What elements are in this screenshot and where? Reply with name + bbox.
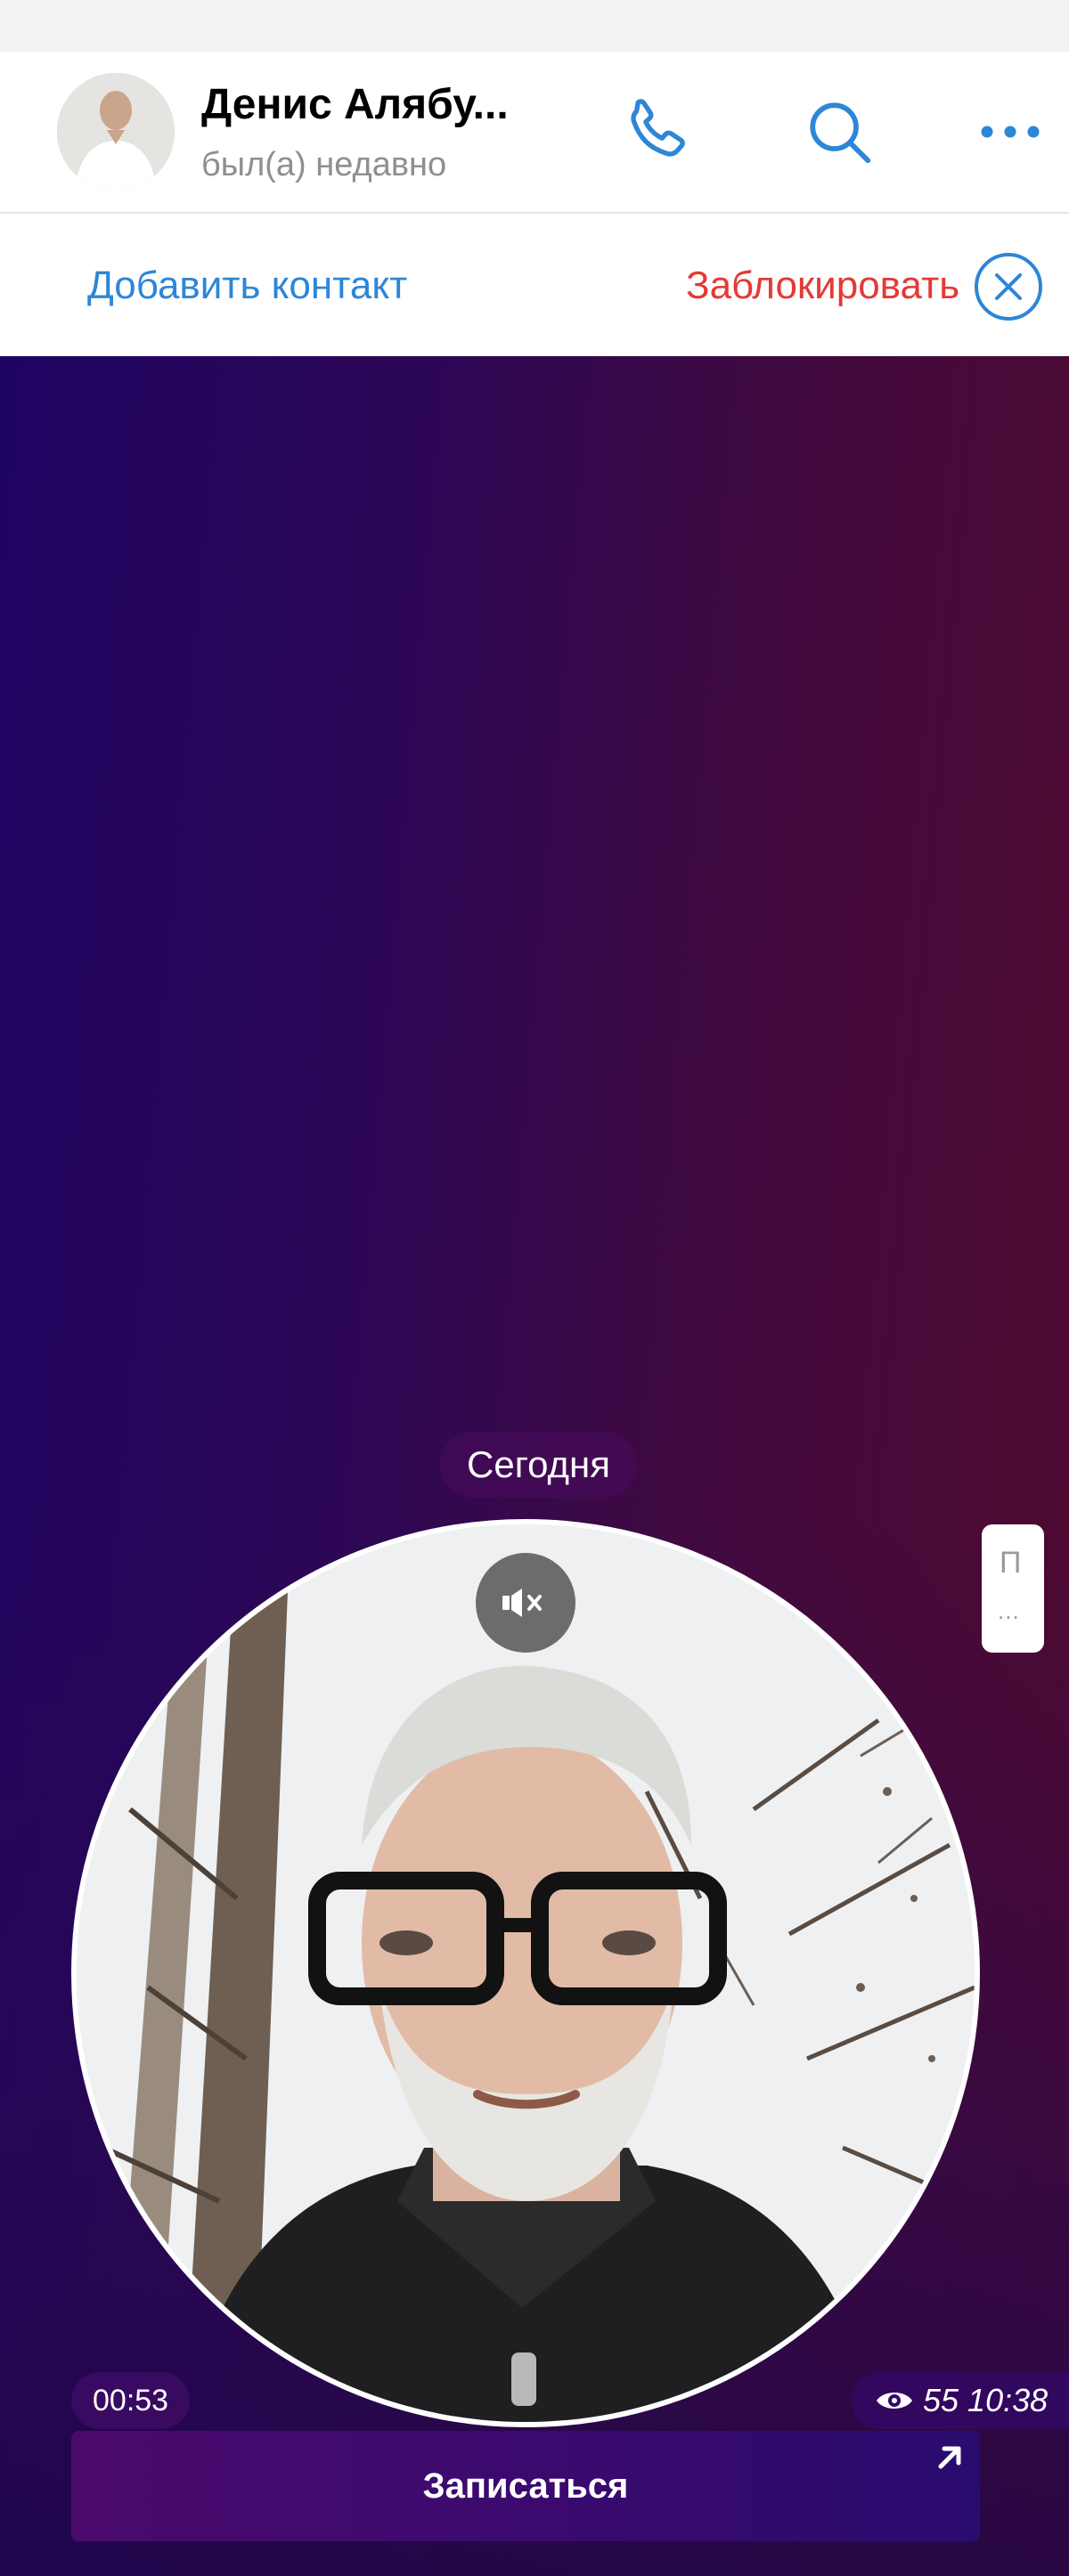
external-link-arrow-icon bbox=[938, 2446, 961, 2469]
side-preview-card[interactable]: П ... bbox=[982, 1524, 1044, 1653]
phone-icon bbox=[631, 99, 685, 157]
block-button[interactable]: Заблокировать bbox=[686, 264, 959, 308]
call-button[interactable] bbox=[611, 87, 700, 176]
eye-icon bbox=[877, 2393, 912, 2409]
chat-background[interactable]: Сегодня П ... 00:53 55 10:38 Записаться bbox=[0, 356, 1069, 2576]
avatar[interactable] bbox=[57, 73, 175, 191]
date-separator: Сегодня bbox=[440, 1432, 637, 1498]
signup-button-label: Записаться bbox=[422, 2466, 629, 2506]
signup-button[interactable]: Записаться bbox=[71, 2431, 980, 2541]
side-card-ellipsis: ... bbox=[998, 1597, 1020, 1624]
status-bar bbox=[0, 0, 1069, 52]
round-video-message[interactable] bbox=[71, 1519, 980, 2427]
chat-header: Денис Алябу... был(а) недавно bbox=[0, 52, 1069, 214]
search-button[interactable] bbox=[795, 87, 884, 176]
close-banner-button[interactable] bbox=[973, 251, 1044, 322]
message-meta: 55 10:38 bbox=[852, 2372, 1069, 2429]
video-duration: 00:53 bbox=[71, 2372, 191, 2429]
message-time: 10:38 bbox=[967, 2382, 1049, 2418]
peer-name[interactable]: Денис Алябу... bbox=[201, 80, 509, 129]
side-card-letter: П bbox=[1000, 1546, 1022, 1580]
more-button[interactable] bbox=[966, 87, 1055, 176]
close-circle-icon bbox=[975, 253, 1042, 321]
contact-action-bar: Добавить контакт Заблокировать bbox=[0, 214, 1069, 356]
unmute-button[interactable] bbox=[476, 1553, 575, 1653]
add-contact-button[interactable]: Добавить контакт bbox=[87, 264, 407, 308]
more-icon bbox=[981, 126, 1040, 138]
peer-status: был(а) недавно bbox=[201, 146, 447, 183]
muted-speaker-icon bbox=[502, 1589, 542, 1617]
view-count: 55 bbox=[923, 2382, 959, 2418]
video-frame bbox=[77, 1524, 975, 2422]
search-icon bbox=[810, 102, 871, 164]
